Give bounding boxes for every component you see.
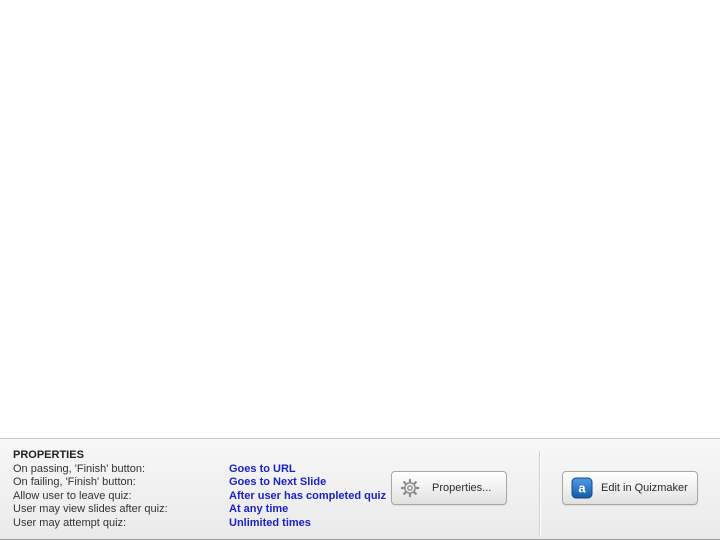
property-values: Goes to URL Goes to Next Slide After use… <box>229 463 394 530</box>
edit-in-quizmaker-label: Edit in Quizmaker <box>601 482 688 494</box>
properties-title: PROPERTIES <box>13 449 84 461</box>
edit-in-quizmaker-button[interactable]: a Edit in Quizmaker <box>562 471 698 505</box>
slide-canvas <box>0 0 720 438</box>
property-label-view-slides: User may view slides after quiz: <box>13 503 168 516</box>
properties-button-label: Properties... <box>432 482 492 494</box>
properties-button[interactable]: Properties... <box>391 471 507 505</box>
properties-panel: PROPERTIES On passing, 'Finish' button: … <box>0 438 720 540</box>
property-value-attempts: Unlimited times <box>229 516 311 529</box>
property-value-finish-fail: Goes to Next Slide <box>229 476 327 489</box>
property-value-view-slides: At any time <box>229 503 289 516</box>
property-label-leave-quiz: Allow user to leave quiz: <box>13 489 132 502</box>
property-value-finish-pass: Goes to URL <box>229 463 296 475</box>
property-value-leave-quiz: After user has completed quiz <box>229 489 387 502</box>
property-label-attempts: User may attempt quiz: <box>13 516 127 529</box>
property-label-finish-pass: On passing, 'Finish' button: <box>13 463 145 475</box>
property-labels: On passing, 'Finish' button: On failing,… <box>13 463 218 530</box>
property-label-finish-fail: On failing, 'Finish' button: <box>13 476 136 489</box>
svg-text:a: a <box>578 481 586 496</box>
gear-icon <box>400 478 420 498</box>
panel-divider <box>539 451 541 537</box>
quizmaker-app-icon: a <box>571 477 593 499</box>
